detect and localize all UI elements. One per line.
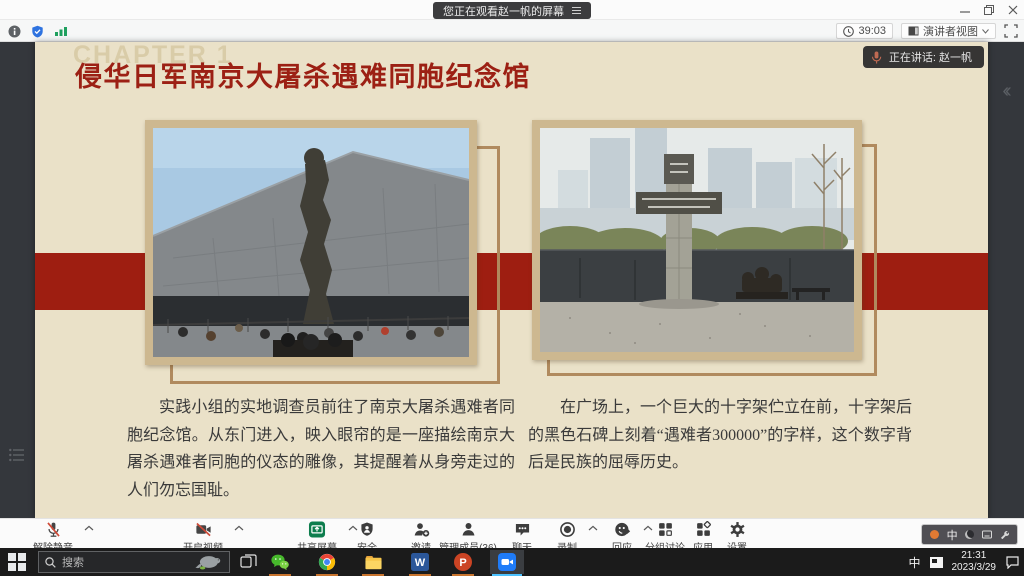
ime-logo-icon[interactable]: [930, 530, 939, 539]
maximize-icon[interactable]: [984, 5, 994, 15]
tray-clock[interactable]: 21:31 2023/3/29: [952, 550, 997, 575]
video-panel-collapse[interactable]: ‹‹: [990, 80, 1020, 108]
unmute-options-caret[interactable]: [84, 525, 94, 531]
tray-flag-icon[interactable]: [930, 557, 943, 568]
chat-icon: [514, 521, 531, 538]
window-titlebar: 您正在观看赵一帆的屏幕: [0, 0, 1024, 20]
wechat-icon: [270, 553, 290, 571]
view-mode-text: 演讲者视图: [923, 23, 978, 39]
microphone-icon: [871, 51, 882, 64]
taskbar-app-meeting[interactable]: [490, 550, 524, 574]
speaking-indicator: 正在讲话: 赵一帆: [863, 46, 984, 68]
fullscreen-icon[interactable]: [1004, 24, 1018, 38]
network-signal-icon[interactable]: [54, 25, 68, 37]
ime-toolbar[interactable]: 中: [921, 524, 1018, 545]
settings-gear-icon: [729, 521, 746, 538]
ime-wrench-icon[interactable]: [1000, 530, 1009, 539]
taskbar-app-explorer[interactable]: [356, 550, 390, 574]
word-icon: W: [411, 553, 429, 571]
watching-banner[interactable]: 您正在观看赵一帆的屏幕: [433, 2, 591, 19]
info-icon[interactable]: [8, 25, 21, 38]
members-icon: [460, 521, 477, 538]
svg-text:W: W: [415, 557, 426, 569]
search-icon: [45, 557, 56, 568]
slide-title: 侵华日军南京大屠杀遇难同胞纪念馆: [75, 55, 531, 94]
notification-center-icon[interactable]: [1005, 555, 1020, 569]
taskbar-app-chrome[interactable]: [310, 550, 344, 574]
security-shield-icon[interactable]: [31, 25, 44, 38]
timer-text: 39:03: [858, 25, 886, 37]
close-icon[interactable]: [1008, 5, 1018, 15]
banner-menu-icon[interactable]: [572, 7, 581, 14]
breakout-icon: [657, 521, 674, 538]
video-options-caret[interactable]: [234, 525, 244, 531]
meeting-window: 您正在观看赵一帆的屏幕 39:03 演讲者视图: [0, 0, 1024, 576]
powerpoint-icon: P: [454, 553, 472, 571]
shared-screen-area: CHAPTER 1 侵华日军南京大屠杀遇难同胞纪念馆: [0, 42, 1024, 518]
meeting-toolbar: 解除静音 开启视频 共享屏幕 安全 邀请 管理成员(36) 聊天: [0, 518, 1024, 548]
presentation-slide: CHAPTER 1 侵华日军南京大屠杀遇难同胞纪念馆: [35, 42, 988, 518]
clock-icon: [843, 26, 854, 37]
chrome-icon: [318, 553, 336, 571]
taskbar-app-powerpoint[interactable]: P: [446, 550, 480, 574]
taskbar-app-word[interactable]: W: [403, 550, 437, 574]
camera-off-icon: [195, 521, 212, 538]
speaking-text: 正在讲话: 赵一帆: [889, 49, 972, 65]
svg-text:P: P: [459, 557, 466, 569]
memorial-square-photo: [532, 120, 862, 360]
layout-grid-icon: [908, 26, 919, 36]
mic-muted-icon: [45, 521, 62, 538]
slide-list-icon[interactable]: [9, 448, 25, 462]
tray-time: 21:31: [952, 550, 997, 563]
search-placeholder: 搜索: [62, 554, 187, 570]
invite-icon: [413, 521, 430, 538]
apps-icon: [695, 521, 712, 538]
meeting-statusbar: 39:03 演讲者视图: [0, 20, 1024, 42]
slide-paragraph-right: 在广场上，一个巨大的十字架伫立在前，十字架后的黑色石碑上刻着“遇难者300000…: [528, 394, 912, 477]
view-mode-selector[interactable]: 演讲者视图: [901, 23, 996, 39]
tray-date: 2023/3/29: [952, 562, 997, 575]
reaction-icon: [614, 521, 631, 538]
share-screen-icon: [308, 521, 326, 538]
file-explorer-icon: [364, 554, 383, 571]
search-highlight-manatee-icon: [193, 553, 223, 571]
windows-taskbar: 搜索 W P 中: [0, 548, 1024, 576]
taskbar-app-wechat[interactable]: [263, 550, 297, 574]
record-icon: [559, 521, 576, 538]
ime-language-indicator[interactable]: 中: [947, 527, 958, 543]
ime-keyboard-icon[interactable]: [982, 530, 992, 539]
memorial-hall-photo: [145, 120, 477, 365]
watching-banner-text: 您正在观看赵一帆的屏幕: [443, 3, 564, 19]
tray-input-language[interactable]: 中: [908, 554, 920, 571]
taskbar-search-box[interactable]: 搜索: [38, 551, 230, 573]
start-button[interactable]: [8, 553, 26, 571]
meeting-app-icon: [498, 553, 516, 571]
task-view-icon[interactable]: [240, 553, 257, 570]
ime-darkmode-icon[interactable]: [965, 530, 974, 539]
slide-paragraph-left: 实践小组的实地调查员前往了南京大屠杀遇难者同胞纪念馆。从东门进入，映入眼帘的是一…: [127, 394, 515, 504]
record-options-caret[interactable]: [588, 525, 598, 531]
minimize-icon[interactable]: [960, 5, 970, 15]
meeting-timer[interactable]: 39:03: [836, 23, 893, 39]
shield-icon: [359, 521, 375, 538]
chevron-down-icon: [982, 29, 989, 34]
